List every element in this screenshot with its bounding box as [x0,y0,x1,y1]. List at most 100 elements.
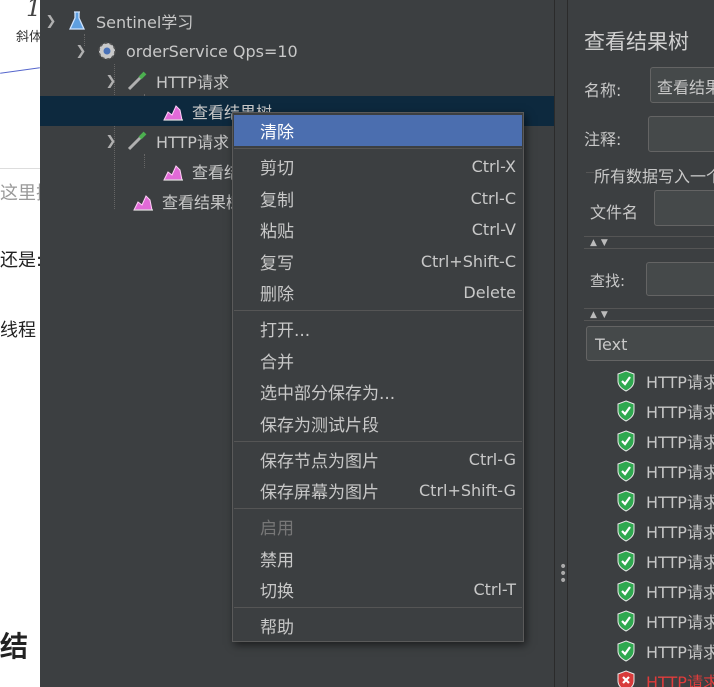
menu-item-save-as-test-fragment[interactable]: 保存为测试片段 [234,408,522,439]
chevron-down-icon[interactable]: ❯ [74,44,88,59]
menu-item-save-selection-as[interactable]: 选中部分保存为... [234,376,522,407]
result-item-label: HTTP请求 [646,433,714,452]
success-shield-icon [617,430,635,452]
menu-item-shortcut: Ctrl-X [471,157,516,176]
result-item-label: HTTP请求 [646,583,714,602]
drag-handle-icon[interactable]: • • • [559,560,567,588]
menu-item-open[interactable]: 打开... [234,313,522,344]
filename-field[interactable] [654,190,714,226]
menu-separator [234,607,522,608]
success-shield-icon [617,490,635,512]
section-divider [584,308,714,309]
chevron-down-icon[interactable]: ❯ [104,74,118,89]
search-input[interactable] [646,262,714,296]
pipette-icon [127,71,147,91]
result-item[interactable]: HTTP请求 [616,486,714,516]
doc-divider [0,168,40,169]
name-field[interactable]: 查看结果树 [650,67,714,103]
section-divider [584,236,714,237]
comment-field[interactable] [648,116,714,152]
menu-item-help[interactable]: 帮助 [234,610,522,641]
menu-item-label: 粘贴 [260,222,294,242]
tree-node-label: Sentinel学习 [96,13,194,32]
result-item[interactable]: HTTP请求 [616,666,714,687]
success-shield-icon [617,520,635,542]
menu-item-clear[interactable]: 清除 [234,115,522,146]
menu-item-label: 保存为测试片段 [260,416,379,436]
result-item[interactable]: HTTP请求 [616,456,714,486]
result-item-label: HTTP请求 [646,403,714,422]
tree-node-label: orderService Qps=10 [126,41,298,61]
result-item[interactable]: HTTP请求 [616,516,714,546]
chevron-down-icon[interactable]: ❯ [104,134,118,149]
result-item-label: HTTP请求 [646,613,714,632]
tree-node-label: HTTP请求 [156,73,229,92]
menu-separator [234,508,522,509]
menu-item-label: 合并 [260,353,294,373]
menu-item-merge[interactable]: 合并 [234,345,522,376]
error-shield-icon [617,670,635,687]
menu-item-label: 删除 [260,285,294,305]
menu-item-label: 剪切 [260,159,294,179]
menu-item-delete[interactable]: 删除 Delete [234,277,522,308]
result-item[interactable]: HTTP请求 [616,546,714,576]
graph-icon [133,195,153,211]
split-pane-divider[interactable]: • • • [554,0,568,687]
result-item[interactable]: HTTP请求 [616,426,714,456]
gear-icon [98,42,116,60]
menu-item-shortcut: Ctrl-V [471,220,516,239]
result-item-label: HTTP请求 [646,493,714,512]
result-item[interactable]: HTTP请求 [616,366,714,396]
menu-item-label: 选中部分保存为... [260,384,396,404]
success-shield-icon [617,580,635,602]
menu-item-shortcut: Ctrl-G [468,450,516,469]
tree-node-http-request[interactable]: ❯ HTTP请求 [104,126,229,156]
menu-item-save-node-as-image[interactable]: 保存节点为图片 Ctrl-G [234,444,522,475]
tree-node-test-plan[interactable]: ❯ Sentinel学习 [44,6,193,36]
collapse-arrows-icon[interactable]: ▲▼ [590,238,612,248]
filename-label: 文件名 [590,203,639,222]
background-document: 1 斜体 这里插 还是: 线程 结 [0,0,40,687]
menu-item-paste[interactable]: 粘贴 Ctrl-V [234,214,522,245]
menu-item-cut[interactable]: 剪切 Ctrl-X [234,151,522,182]
menu-item-label: 保存节点为图片 [260,452,379,472]
doc-fragment: 线程 [0,320,36,341]
doc-chart-line [0,67,40,74]
doc-fragment: 斜体 [16,30,40,45]
tree-node-result-tree[interactable]: 查看结果树 [132,186,242,216]
menu-item-label: 打开... [260,321,311,341]
doc-fragment: 1 [26,0,40,22]
menu-item-save-screen-as-image[interactable]: 保存屏幕为图片 Ctrl+Shift-G [234,475,522,506]
result-item[interactable]: HTTP请求 [616,396,714,426]
graph-icon [163,165,183,181]
success-shield-icon [617,400,635,422]
menu-item-shortcut: Ctrl-C [470,189,516,208]
collapse-arrows-icon[interactable]: ▲▼ [590,310,612,320]
menu-item-label: 保存屏幕为图片 [260,483,379,503]
doc-fragment: 结 [0,630,29,663]
flask-icon [68,11,86,30]
menu-separator [234,148,522,149]
tree-node-http-request[interactable]: ❯ HTTP请求 [104,66,229,96]
menu-item-shortcut: Ctrl+Shift-C [420,252,516,271]
doc-fragment: 这里插 [0,183,40,204]
renderer-select[interactable]: Text [586,326,714,361]
chevron-down-icon[interactable]: ❯ [44,14,58,29]
menu-item-toggle[interactable]: 切换 Ctrl-T [234,574,522,605]
doc-fragment: 还是: [0,250,40,271]
menu-item-copy[interactable]: 复制 Ctrl-C [234,183,522,214]
menu-item-label: 切换 [260,582,294,602]
fieldset-border [586,172,594,173]
menu-item-label: 禁用 [260,551,294,571]
menu-item-disable[interactable]: 禁用 [234,543,522,574]
result-item[interactable]: HTTP请求 [616,636,714,666]
success-shield-icon [617,610,635,632]
tree-node-thread-group[interactable]: ❯ orderService Qps=10 [74,36,298,66]
menu-item-duplicate[interactable]: 复写 Ctrl+Shift-C [234,246,522,277]
result-item[interactable]: HTTP请求 [616,606,714,636]
result-item-label: HTTP请求 [646,463,714,482]
success-shield-icon [617,460,635,482]
result-item[interactable]: HTTP请求 [616,576,714,606]
results-panel: 查看结果树 名称: 查看结果树 注释: 所有数据写入一个文件 文件名 ▲▼ 查找… [568,0,714,687]
panel-title: 查看结果树 [584,30,689,54]
